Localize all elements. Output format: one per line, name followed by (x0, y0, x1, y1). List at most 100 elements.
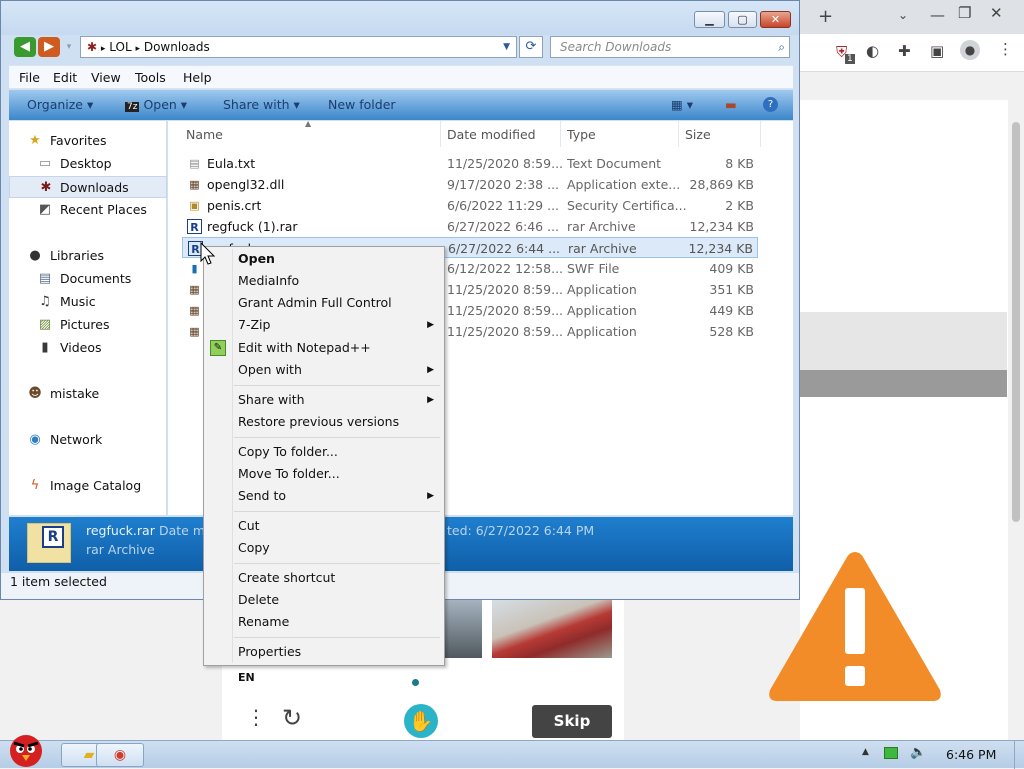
file-size: 12,234 KB (688, 241, 753, 256)
file-row[interactable]: ▤ Eula.txt 11/25/2020 8:59... Text Docum… (182, 153, 758, 174)
breadcrumb-lol[interactable]: LOL (109, 40, 131, 54)
menu-edit[interactable]: Edit (53, 70, 77, 85)
address-dropdown-icon[interactable]: ▼ (503, 37, 510, 57)
column-divider[interactable] (560, 121, 561, 147)
file-row[interactable]: ▦ opengl32.dll 9/17/2020 2:38 ... Applic… (182, 174, 758, 195)
menu-item-share-with[interactable]: Share with ▶ (204, 389, 444, 411)
menu-item-mediainfo[interactable]: MediaInfo (204, 270, 444, 292)
close-button[interactable]: ✕ (760, 11, 791, 28)
menu-item-edit-notepad[interactable]: ✎ Edit with Notepad++ (204, 337, 444, 359)
menu-item-open[interactable]: Open (204, 248, 444, 270)
page-scrollbar[interactable] (1008, 100, 1024, 740)
new-folder-button[interactable]: New folder (328, 97, 396, 112)
menu-item-copy-to-folder[interactable]: Copy To folder... (204, 441, 444, 463)
menu-item-create-shortcut[interactable]: Create shortcut (204, 567, 444, 589)
nav-network[interactable]: ◉ Network (9, 429, 167, 451)
column-divider[interactable] (678, 121, 679, 147)
new-tab-icon[interactable]: + (818, 6, 833, 27)
search-icon[interactable]: ⌕ (778, 37, 785, 57)
menu-item-cut[interactable]: Cut (204, 515, 444, 537)
show-desktop-button[interactable] (1014, 741, 1024, 769)
menu-item-copy[interactable]: Copy (204, 537, 444, 559)
restore-icon[interactable]: ❐ (958, 4, 971, 22)
tab-search-chevron-icon[interactable]: ⌄ (898, 8, 908, 22)
file-row[interactable]: R regfuck (1).rar 6/27/2022 6:46 ... rar… (182, 216, 758, 237)
submenu-arrow-icon: ▶ (427, 491, 434, 501)
organize-button[interactable]: Organize ▾ (27, 97, 93, 112)
captcha-image[interactable] (442, 598, 482, 658)
close-icon[interactable]: ✕ (990, 4, 1003, 22)
accessibility-hand-icon[interactable]: ✋ (404, 704, 438, 738)
nav-libraries[interactable]: ● Libraries (9, 245, 167, 267)
scrollbar-thumb[interactable] (1012, 122, 1020, 522)
application-icon: ▦ (189, 325, 200, 338)
profile-avatar-icon[interactable]: ● (960, 40, 980, 60)
menu-item-rename[interactable]: Rename (204, 611, 444, 633)
column-name[interactable]: Name (186, 127, 223, 142)
breadcrumb-downloads[interactable]: Downloads (144, 40, 210, 54)
menu-item-grant-admin[interactable]: Grant Admin Full Control (204, 292, 444, 314)
open-button[interactable]: 7z Open ▾ (125, 97, 187, 112)
taskbar-clock[interactable]: 6:46 PM (946, 747, 996, 762)
extensions-puzzle-icon[interactable]: ✚ (898, 42, 911, 60)
language-selector[interactable]: EN (238, 671, 255, 684)
preview-pane-icon[interactable]: ▬ (725, 97, 737, 112)
nav-favorites[interactable]: ★ Favorites (9, 130, 167, 152)
column-type[interactable]: Type (567, 127, 596, 142)
side-panel-icon[interactable]: ▣ (930, 42, 944, 60)
captcha-image[interactable] (492, 598, 612, 658)
file-row[interactable]: ▣ penis.crt 6/6/2022 11:29 ... Security … (182, 195, 758, 216)
column-date-modified[interactable]: Date modified (447, 127, 536, 142)
nav-image-catalog[interactable]: ϟ Image Catalog (9, 475, 167, 497)
start-button-angry-bird-icon[interactable] (0, 729, 52, 769)
history-dropdown-icon[interactable]: ▾ (62, 37, 76, 57)
menu-item-restore-versions[interactable]: Restore previous versions (204, 411, 444, 433)
menu-view[interactable]: View (91, 70, 121, 85)
menu-tools[interactable]: Tools (135, 70, 166, 85)
nav-recent-places[interactable]: ◩ Recent Places (9, 199, 167, 221)
taskbar-chrome-button[interactable]: ◉ (96, 743, 144, 767)
skip-button[interactable]: Skip (532, 705, 612, 738)
menu-item-7zip[interactable]: 7-Zip ▶ (204, 314, 444, 336)
menu-help[interactable]: Help (183, 70, 212, 85)
column-divider[interactable] (440, 121, 441, 147)
menu-item-delete[interactable]: Delete (204, 589, 444, 611)
nav-pictures[interactable]: ▨ Pictures (9, 314, 167, 336)
nav-mistake[interactable]: ☻ mistake (9, 383, 167, 405)
more-options-icon[interactable]: ⋮ (246, 707, 266, 727)
nav-desktop[interactable]: ▭ Desktop (9, 153, 167, 175)
help-icon[interactable]: ? (763, 97, 778, 112)
back-arrow-icon[interactable]: ◀ (14, 37, 36, 57)
nav-music[interactable]: ♫ Music (9, 291, 167, 313)
refresh-icon[interactable]: ⟳ (519, 36, 543, 58)
minimize-button[interactable]: ▁ (694, 11, 725, 28)
nav-documents[interactable]: ▤ Documents (9, 268, 167, 290)
view-options-icon[interactable]: ▦ ▾ (671, 97, 693, 112)
rar-archive-large-icon: R (27, 523, 71, 563)
address-bar[interactable]: ✱ ▸ LOL ▸ Downloads ▼ (80, 36, 517, 58)
menu-item-open-with[interactable]: Open with ▶ (204, 359, 444, 381)
pride-extension-icon[interactable]: ◐ (866, 42, 879, 60)
refresh-challenge-icon[interactable]: ↻ (282, 706, 302, 730)
menu-item-move-to-folder[interactable]: Move To folder... (204, 463, 444, 485)
nav-downloads[interactable]: ✱ Downloads (9, 176, 167, 198)
nav-videos[interactable]: ▮ Videos (9, 337, 167, 359)
nav-label: Desktop (60, 156, 112, 171)
search-input[interactable]: Search Downloads ⌕ (550, 36, 790, 58)
menu-item-properties[interactable]: Properties (204, 641, 444, 663)
column-size[interactable]: Size (685, 127, 711, 142)
volume-icon[interactable]: 🔈 (910, 745, 926, 760)
battery-icon[interactable] (884, 747, 898, 759)
share-with-button[interactable]: Share with ▾ (223, 97, 300, 112)
tray-expand-icon[interactable]: ▲ (862, 747, 869, 757)
menu-item-send-to[interactable]: Send to ▶ (204, 485, 444, 507)
column-divider[interactable] (760, 121, 761, 147)
minimize-icon[interactable]: — (930, 6, 945, 24)
notepad-plus-icon: ✎ (210, 340, 226, 356)
forward-arrow-icon[interactable]: ▶ (38, 37, 60, 57)
browser-menu-icon[interactable]: ⋮ (998, 40, 1013, 58)
maximize-button[interactable]: ▢ (728, 11, 757, 28)
application-icon: ▦ (189, 283, 200, 296)
menu-file[interactable]: File (19, 70, 40, 85)
explorer-titlebar[interactable]: ▁ ▢ ✕ (1, 1, 799, 35)
